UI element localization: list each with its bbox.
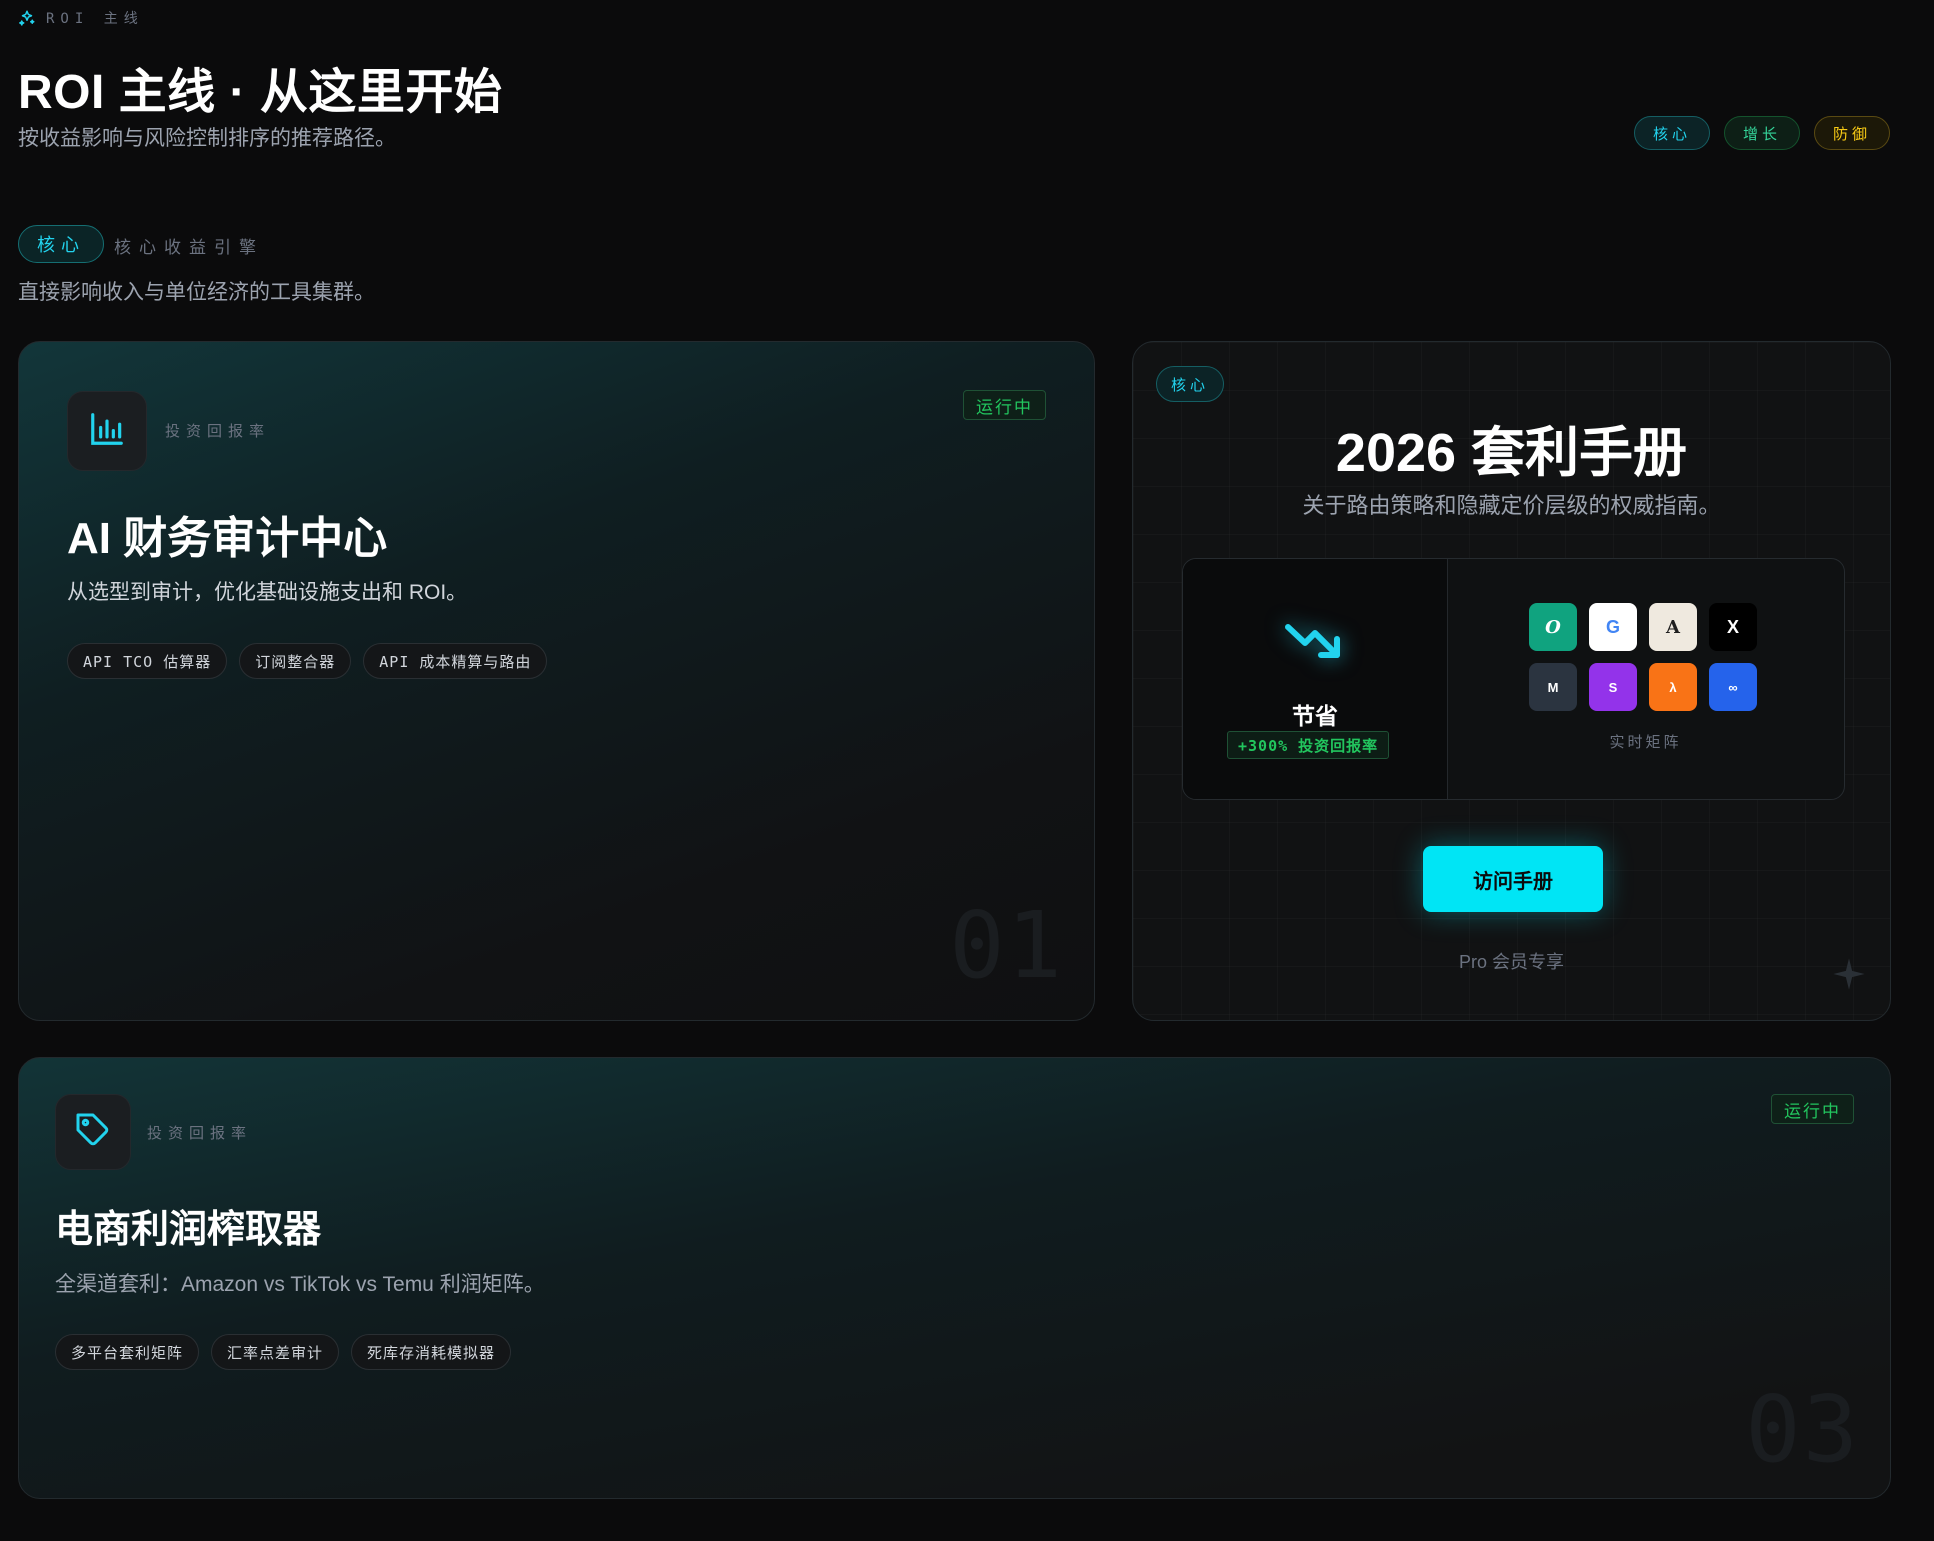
tag-fx-spread-audit[interactable]: 汇率点差审计 [211, 1334, 340, 1370]
card-title: AI 财务审计中心 [67, 514, 388, 563]
card-tags: API TCO 估算器 订阅整合器 API 成本精算与路由 [67, 643, 548, 679]
featured-chip-core: 核心 [1156, 366, 1225, 402]
tag-api-tco-estimator[interactable]: API TCO 估算器 [67, 643, 228, 679]
tag-subscription-consolidator[interactable]: 订阅整合器 [239, 643, 352, 679]
bar-chart-icon [88, 410, 126, 453]
tag-multi-platform-arbitrage[interactable]: 多平台套利矩阵 [55, 1334, 200, 1370]
pro-members-note: Pro 会员专享 [1458, 952, 1564, 972]
savings-panel: 节省 +300% 投资回报率 O G A X M Sλ ∞ 实时矩阵 [1182, 558, 1845, 800]
tag-api-cost-routing[interactable]: API 成本精算与路由 [363, 643, 548, 679]
featured-title: 2026 套利手册 [1335, 423, 1688, 483]
card-ai-finance-audit[interactable]: 投资回报率 运行中 AI 财务审计中心 从选型到审计，优化基础设施支出和 ROI… [18, 341, 1095, 1021]
page-kicker: ROI 主线 [18, 8, 144, 28]
sparkle-icon [1832, 957, 1866, 996]
provider-tile: ∞ [1709, 663, 1757, 711]
savings-label: 节省 [1292, 703, 1338, 729]
page-subtitle: 按收益影响与风险控制排序的推荐路径。 [18, 127, 396, 150]
savings-summary: 节省 +300% 投资回报率 [1183, 559, 1448, 799]
card-arbitrage-handbook: 核心 2026 套利手册 关于路由策略和隐藏定价层级的权威指南。 节省 +300… [1132, 341, 1891, 1021]
provider-tile: X [1709, 603, 1757, 651]
provider-tile: A [1649, 603, 1697, 651]
matrix-label: 实时矩阵 [1609, 734, 1682, 751]
card-icon-box [67, 391, 147, 471]
status-badge: 运行中 [1771, 1094, 1854, 1124]
card-number: 03 [1745, 1376, 1860, 1483]
provider-tile: M [1529, 663, 1577, 711]
card-number: 01 [949, 892, 1064, 999]
provider-tile: G [1589, 603, 1637, 651]
card-tags: 多平台套利矩阵 汇率点差审计 死库存消耗模拟器 [55, 1334, 512, 1370]
card-kicker: 投资回报率 [165, 423, 271, 440]
provider-tile: λ [1649, 663, 1697, 711]
card-description: 全渠道套利：Amazon vs TikTok vs Temu 利润矩阵。 [55, 1273, 545, 1296]
sparkles-icon [18, 9, 36, 27]
tag-icon [75, 1112, 111, 1153]
provider-grid: O G A X M Sλ ∞ [1529, 603, 1757, 711]
card-kicker: 投资回报率 [147, 1125, 253, 1142]
visit-handbook-button[interactable]: 访问手册 [1423, 846, 1603, 912]
legend-chip-defense[interactable]: 防御 [1813, 116, 1890, 150]
featured-subtitle: 关于路由策略和隐藏定价层级的权威指南。 [1302, 493, 1721, 518]
category-legend: 核心 增长 防御 [1633, 116, 1890, 150]
tag-dead-stock-simulator[interactable]: 死库存消耗模拟器 [351, 1334, 512, 1370]
page-title: ROI 主线 · 从这里开始 [18, 66, 503, 119]
card-description: 从选型到审计，优化基础设施支出和 ROI。 [67, 581, 468, 604]
card-title: 电商利润榨取器 [55, 1209, 322, 1251]
card-ecommerce-profit[interactable]: 投资回报率 运行中 电商利润榨取器 全渠道套利：Amazon vs TikTok… [18, 1057, 1891, 1499]
trending-down-icon [1283, 619, 1345, 668]
provider-tile: O [1529, 603, 1577, 651]
roi-badge: +300% 投资回报率 [1227, 731, 1390, 759]
section-description: 直接影响收入与单位经济的工具集群。 [18, 281, 375, 304]
section-label: 核心收益引擎 [114, 238, 264, 257]
status-badge: 运行中 [963, 390, 1046, 420]
section-chip-core: 核心 [18, 225, 104, 263]
kicker-text: ROI 主线 [46, 11, 144, 27]
legend-chip-core[interactable]: 核心 [1633, 116, 1710, 150]
legend-chip-growth[interactable]: 增长 [1723, 116, 1800, 150]
provider-tile: S [1589, 663, 1637, 711]
card-icon-box [55, 1094, 131, 1170]
